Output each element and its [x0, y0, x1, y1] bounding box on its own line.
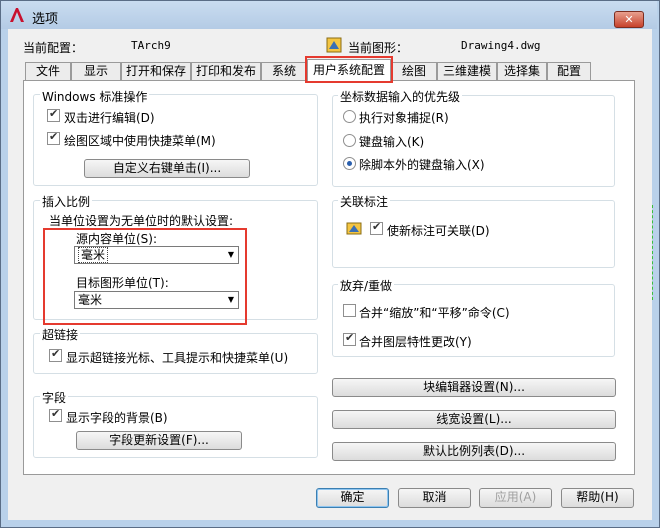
- dimension-icon: [346, 222, 362, 235]
- tab-display[interactable]: 显示: [71, 62, 121, 80]
- ok-button[interactable]: 确定: [316, 488, 389, 508]
- current-config-value: TArch9: [131, 39, 171, 52]
- apply-button[interactable]: 应用(A): [479, 488, 552, 508]
- radio-keyboard-except-scripts-label: 除脚本外的键盘输入(X): [359, 158, 485, 172]
- tab-open-save[interactable]: 打开和保存: [121, 62, 191, 80]
- tab-3d-modeling[interactable]: 三维建模: [437, 62, 497, 80]
- tab-system[interactable]: 系统: [261, 62, 307, 80]
- double-click-edit-checkbox[interactable]: [47, 107, 60, 122]
- tab-plot-publish[interactable]: 打印和发布: [191, 62, 261, 80]
- close-button[interactable]: ✕: [614, 11, 644, 28]
- lineweight-settings-button[interactable]: 线宽设置(L)...: [332, 410, 616, 429]
- associative-dim-checkbox[interactable]: [370, 220, 383, 235]
- hyperlink-show-label: 显示超链接光标、工具提示和快捷菜单(U): [66, 351, 289, 365]
- combine-zoom-pan-checkbox[interactable]: [343, 304, 356, 317]
- combine-layer-changes-checkbox[interactable]: [343, 331, 356, 346]
- coordinate-priority-title: 坐标数据输入的优先级: [338, 88, 463, 105]
- radio-object-snap-label: 执行对象捕捉(R): [359, 111, 449, 125]
- shortcut-menu-label: 绘图区域中使用快捷菜单(M): [64, 134, 216, 148]
- radio-object-snap[interactable]: [343, 110, 356, 123]
- field-background-checkbox[interactable]: [49, 407, 62, 422]
- fields-title: 字段: [40, 389, 69, 406]
- tab-highlight-box: [305, 56, 393, 83]
- radio-keyboard-entry-label: 键盘输入(K): [359, 135, 425, 149]
- combine-layer-changes-label: 合并图层特性更改(Y): [359, 335, 472, 349]
- default-scale-list-button[interactable]: 默认比例列表(D)...: [332, 442, 616, 461]
- double-click-edit-label: 双击进行编辑(D): [64, 111, 155, 125]
- tab-selection[interactable]: 选择集: [497, 62, 547, 80]
- associative-dim-title: 关联标注: [338, 193, 391, 210]
- shortcut-menu-checkbox[interactable]: [47, 130, 60, 145]
- title-bar[interactable]: [1, 1, 657, 29]
- current-drawing-value: Drawing4.dwg: [461, 39, 541, 52]
- insert-scale-highlight-box: [43, 228, 247, 325]
- insert-scale-subtitle: 当单位设置为无单位时的默认设置:: [49, 214, 234, 228]
- insert-scale-title: 插入比例: [40, 193, 93, 210]
- autocad-logo-icon: [10, 8, 24, 22]
- help-button[interactable]: 帮助(H): [561, 488, 634, 508]
- current-config-label: 当前配置：: [23, 41, 84, 55]
- radio-keyboard-entry[interactable]: [343, 134, 356, 147]
- associative-dim-label: 使新标注可关联(D): [387, 224, 490, 238]
- hyperlink-show-checkbox[interactable]: [49, 347, 62, 362]
- radio-keyboard-except-scripts[interactable]: [343, 157, 356, 170]
- field-background-label: 显示字段的背景(B): [66, 411, 168, 425]
- tab-files[interactable]: 文件: [25, 62, 71, 80]
- current-drawing-label: 当前图形：: [348, 41, 409, 55]
- field-update-settings-button[interactable]: 字段更新设置(F)...: [76, 431, 242, 450]
- tab-profiles[interactable]: 配置: [547, 62, 591, 80]
- windows-standard-title: Windows 标准操作: [40, 88, 150, 105]
- custom-right-click-button[interactable]: 自定义右键单击(I)...: [84, 159, 250, 178]
- cancel-button[interactable]: 取消: [398, 488, 471, 508]
- dialog-title: 选项: [32, 12, 59, 27]
- hyperlink-title: 超链接: [40, 326, 81, 343]
- tab-drafting[interactable]: 绘图: [391, 62, 437, 80]
- combine-zoom-pan-label: 合并“缩放”和“平移”命令(C): [359, 306, 510, 320]
- block-editor-settings-button[interactable]: 块编辑器设置(N)...: [332, 378, 616, 397]
- drawing-file-icon: [326, 37, 342, 53]
- undo-redo-title: 放弃/重做: [338, 277, 395, 294]
- background-window-edge: [652, 205, 660, 300]
